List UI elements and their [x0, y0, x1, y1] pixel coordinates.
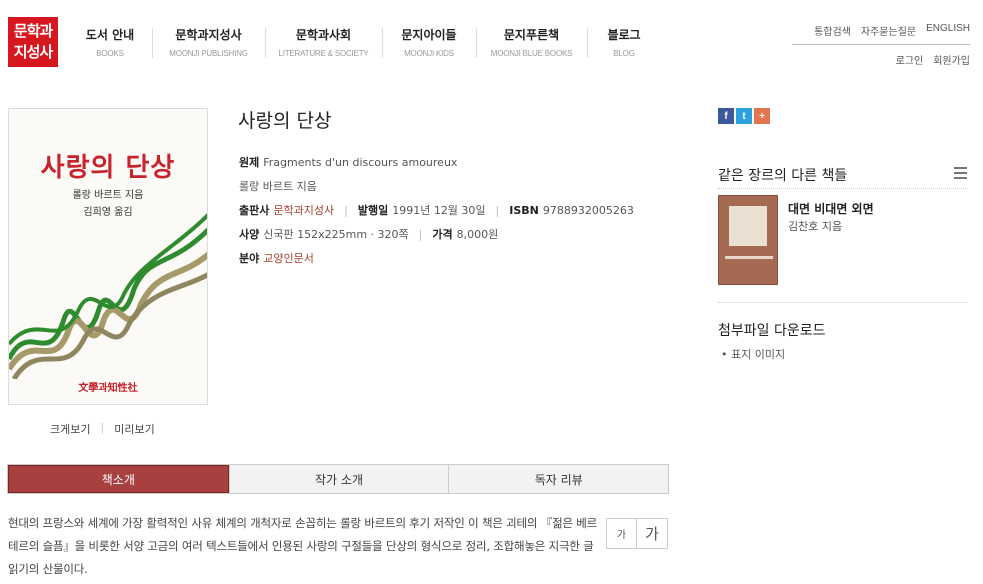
nav-sublabel: LITERATURE & SOCIETY — [278, 49, 369, 58]
nav-label: 문지푸른책 — [503, 28, 560, 42]
related-book-title[interactable]: 대면 비대면 외면 — [788, 200, 874, 217]
book-title: 사랑의 단상 — [238, 110, 332, 132]
related-book-cover[interactable] — [718, 195, 778, 285]
meta-value: Fragments d'un discours amoureux — [263, 156, 458, 169]
cover-actions: 크게보기 | 미리보기 — [50, 421, 155, 437]
utility-links: 통합검색 자주묻는질문 ENGLISH 로그인 회원가입 — [792, 23, 970, 67]
cover-author: 롤랑 바르트 지음 — [72, 190, 144, 201]
separator: | — [495, 204, 500, 217]
twitter-icon[interactable]: t — [736, 108, 752, 124]
main-nav: 도서 안내 BOOKS 문학과지성사 MOONJI PUBLISHING 문학과… — [68, 24, 661, 60]
nav-item-literature-society[interactable]: 문학과사회 LITERATURE & SOCIETY — [265, 24, 382, 60]
font-larger-button[interactable]: 가 — [637, 518, 668, 549]
nav-label: 블로그 — [607, 28, 641, 42]
font-size-controls: 가 가 — [606, 518, 668, 549]
meta-value: 신국판 152x225mm · 320쪽 — [263, 228, 409, 241]
author-name[interactable]: 롤랑 바르트 지음 — [239, 179, 317, 195]
menu-icon[interactable] — [954, 167, 967, 182]
nav-label: 도서 안내 — [85, 28, 135, 42]
nav-sublabel: BOOKS — [96, 49, 124, 58]
separator: | — [100, 421, 105, 434]
share-buttons: f t + — [718, 108, 770, 124]
field-link[interactable]: 교양인문서 — [263, 251, 314, 267]
meta-label: ISBN — [509, 204, 539, 217]
meta-label: 가격 — [432, 228, 453, 241]
meta-label: 원제 — [239, 156, 260, 169]
tab-reader-reviews[interactable]: 독자 리뷰 — [448, 465, 669, 493]
unified-search-link[interactable]: 통합검색 — [814, 23, 851, 38]
english-link[interactable]: ENGLISH — [926, 23, 970, 38]
related-book-author: 김찬호 지음 — [788, 220, 843, 233]
preview-link[interactable]: 미리보기 — [114, 421, 154, 437]
tab-author-intro[interactable]: 작가 소개 — [228, 465, 449, 493]
tab-book-intro[interactable]: 책소개 — [8, 465, 229, 493]
book-meta: 원제 Fragments d'un discours amoureux 롤랑 바… — [239, 151, 634, 271]
login-link[interactable]: 로그인 — [896, 52, 924, 67]
meta-field: 분야 교양인문서 — [239, 247, 634, 271]
meta-publication: 출판사 문학과지성사 | 발행일 1991년 12월 30일 | ISBN 97… — [239, 199, 634, 223]
meta-label: 분야 — [239, 252, 260, 265]
related-cover-caption — [725, 256, 773, 259]
separator: | — [418, 228, 423, 241]
nav-sublabel: MOONJI PUBLISHING — [169, 49, 248, 58]
meta-spec: 사양 신국판 152x225mm · 320쪽 | 가격 8,000원 — [239, 223, 634, 247]
site-logo[interactable]: 문학과 지성사 — [8, 17, 58, 67]
book-intro-text: 현대의 프랑스와 세계에 가장 활력적인 사유 체계의 개척자로 손꼽히는 롤랑… — [8, 516, 598, 576]
meta-label: 사양 — [239, 228, 260, 241]
nav-item-blog[interactable]: 블로그 BLOG — [587, 24, 661, 60]
divider — [718, 302, 968, 303]
nav-sublabel: MOONJI KIDS — [404, 49, 454, 58]
nav-label: 문학과지성사 — [175, 28, 242, 42]
faq-link[interactable]: 자주묻는질문 — [861, 23, 916, 38]
meta-label: 발행일 — [357, 204, 389, 217]
separator: | — [344, 204, 348, 217]
logo-line2: 지성사 — [13, 43, 53, 61]
nav-sublabel: MOONJI BLUE BOOKS — [490, 49, 573, 58]
cover-publisher: 文學과知性社 — [78, 383, 138, 394]
nav-item-publishing[interactable]: 문학과지성사 MOONJI PUBLISHING — [152, 24, 265, 60]
zoom-link[interactable]: 크게보기 — [50, 421, 90, 437]
nav-item-books[interactable]: 도서 안내 BOOKS — [68, 24, 152, 60]
meta-value: 8,000원 — [456, 228, 499, 241]
meta-original-title: 원제 Fragments d'un discours amoureux — [239, 151, 634, 175]
font-smaller-button[interactable]: 가 — [606, 518, 637, 549]
related-books-heading: 같은 장르의 다른 책들 — [718, 168, 848, 184]
facebook-icon[interactable]: f — [718, 108, 734, 124]
content-tabs: 책소개 작가 소개 독자 리뷰 — [7, 464, 669, 494]
nav-label: 문학과사회 — [295, 28, 352, 42]
related-cover-art — [729, 206, 767, 246]
attachment-cover-image[interactable]: • 표지 이미지 — [721, 346, 785, 362]
publisher-link[interactable]: 문학과지성사 — [273, 203, 334, 219]
logo-line1: 문학과 — [13, 22, 53, 40]
book-cover[interactable]: 사랑의 단상 롤랑 바르트 지음 김희영 옮김 文學과知性社 — [8, 108, 208, 405]
cover-title: 사랑의 단상 — [40, 153, 176, 183]
attachments-heading: 첨부파일 다운로드 — [718, 323, 826, 339]
meta-author: 롤랑 바르트 지음 — [239, 175, 634, 199]
nav-item-blue-books[interactable]: 문지푸른책 MOONJI BLUE BOOKS — [476, 24, 587, 60]
divider — [718, 188, 968, 189]
cover-brushstroke-art — [9, 213, 207, 379]
meta-value: 9788932005263 — [542, 204, 634, 217]
meta-value: 1991년 12월 30일 — [392, 204, 486, 217]
plus-icon[interactable]: + — [754, 108, 770, 124]
signup-link[interactable]: 회원가입 — [933, 52, 970, 67]
nav-item-kids[interactable]: 문지아이들 MOONJI KIDS — [382, 24, 476, 60]
nav-label: 문지아이들 — [401, 28, 457, 42]
meta-label: 출판사 — [239, 204, 270, 217]
nav-sublabel: BLOG — [613, 49, 635, 58]
